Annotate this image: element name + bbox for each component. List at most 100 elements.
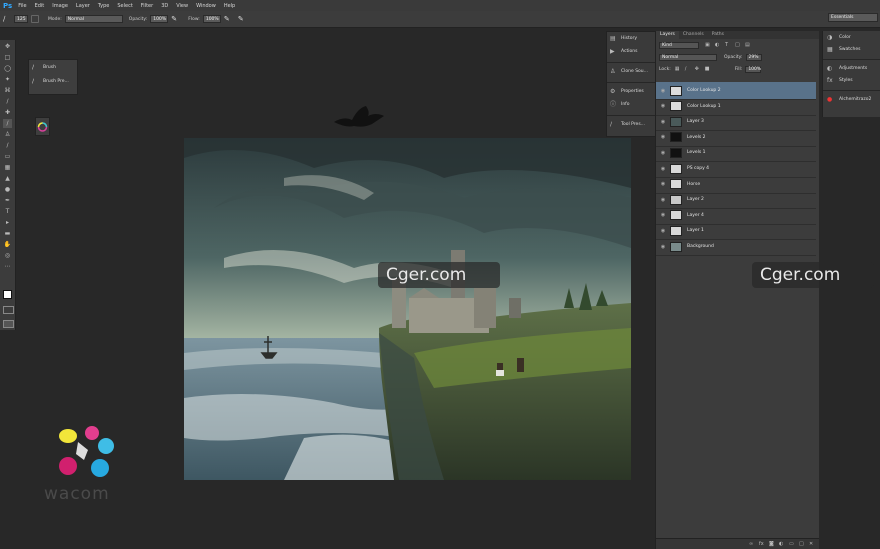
flow-field[interactable]: 100%	[202, 15, 221, 23]
layer-thumbnail[interactable]	[670, 225, 682, 236]
crop-tool-icon[interactable]: ⌘	[3, 86, 12, 95]
quick-select-tool-icon[interactable]: ✦	[3, 75, 12, 84]
info-panel-button[interactable]: ⓘ Info	[607, 98, 656, 111]
brush-panel-toggle-icon[interactable]	[31, 15, 39, 23]
mode-select[interactable]: Normal	[64, 15, 123, 23]
filter-shape-icon[interactable]: □	[735, 42, 740, 48]
airbrush-icon[interactable]: ✎	[224, 15, 232, 23]
visibility-eye-icon[interactable]: ◉	[660, 181, 666, 187]
visibility-eye-icon[interactable]: ◉	[660, 119, 666, 125]
new-group-icon[interactable]: ▭	[789, 541, 794, 547]
blend-mode-select[interactable]: Normal	[659, 53, 717, 61]
styles-panel-button[interactable]: fx Styles	[823, 74, 880, 86]
layer-thumbnail[interactable]	[670, 85, 682, 96]
filter-adjustment-icon[interactable]: ◐	[715, 42, 720, 48]
layer-name[interactable]: Levels 1	[687, 150, 706, 155]
layer-name[interactable]: Background	[687, 244, 714, 249]
tab-layers[interactable]: Layers	[656, 31, 679, 39]
brush-panel-item[interactable]: ∕ Brush	[29, 60, 77, 74]
marquee-tool-icon[interactable]: □	[3, 53, 12, 62]
color-panel-button[interactable]: ◑ Color	[823, 31, 880, 43]
move-tool-icon[interactable]: ✥	[3, 42, 12, 51]
layer-name[interactable]: Color Lookup 1	[687, 104, 721, 109]
actions-panel-button[interactable]: ▶ Actions	[607, 45, 656, 58]
visibility-eye-icon[interactable]: ◉	[660, 103, 666, 109]
foreground-background-colors[interactable]	[3, 290, 15, 302]
menu-help[interactable]: Help	[224, 3, 235, 9]
filter-smart-icon[interactable]: ▤	[745, 42, 750, 48]
quick-mask-icon[interactable]	[3, 306, 14, 314]
layer-name[interactable]: PS copy 4	[687, 166, 709, 171]
eyedropper-tool-icon[interactable]: ∕	[3, 97, 12, 106]
visibility-eye-icon[interactable]: ◉	[660, 134, 666, 140]
visibility-eye-icon[interactable]: ◉	[660, 212, 666, 218]
properties-panel-button[interactable]: ⚙ Properties	[607, 85, 656, 98]
menu-file[interactable]: File	[18, 3, 26, 9]
brush-tool-icon[interactable]: ∕	[3, 15, 11, 23]
lock-position-icon[interactable]: ✥	[695, 66, 700, 72]
lock-all-icon[interactable]: ■	[705, 66, 710, 72]
dodge-tool-icon[interactable]: ●	[3, 185, 12, 194]
menu-type[interactable]: Type	[98, 3, 109, 9]
tab-paths[interactable]: Paths	[708, 31, 728, 39]
lock-image-icon[interactable]: ∕	[685, 66, 690, 72]
stamp-tool-icon[interactable]: ♙	[3, 130, 12, 139]
healing-tool-icon[interactable]: ✚	[3, 108, 12, 117]
menu-3d[interactable]: 3D	[161, 3, 168, 9]
layer-thumbnail[interactable]	[670, 194, 682, 205]
brush-tool-icon[interactable]: ∕	[3, 119, 12, 128]
hand-tool-icon[interactable]: ✋	[3, 240, 12, 249]
eraser-tool-icon[interactable]: ▭	[3, 152, 12, 161]
link-layers-icon[interactable]: ∞	[749, 541, 754, 547]
layer-row[interactable]: ◉ Background	[656, 238, 816, 256]
layer-thumbnail[interactable]	[670, 116, 682, 127]
pressure-opacity-icon[interactable]: ✎	[171, 15, 179, 23]
tool-presets-panel-button[interactable]: ∕ Tool Pres...	[607, 118, 656, 131]
visibility-eye-icon[interactable]: ◉	[660, 166, 666, 172]
document-canvas[interactable]	[184, 138, 631, 480]
layer-thumbnail[interactable]	[670, 179, 682, 190]
layer-mask-icon[interactable]: ◙	[769, 541, 774, 547]
pen-tool-icon[interactable]: ✒	[3, 196, 12, 205]
layer-thumbnail[interactable]	[670, 132, 682, 143]
menu-select[interactable]: Select	[117, 3, 132, 9]
opacity-field[interactable]: 100%	[150, 15, 169, 23]
color-wheel-panel[interactable]	[35, 117, 50, 136]
alchemi-panel-button[interactable]: ● Alchemitrazo2	[823, 93, 880, 105]
path-select-tool-icon[interactable]: ▸	[3, 218, 12, 227]
visibility-eye-icon[interactable]: ◉	[660, 88, 666, 94]
screen-mode-icon[interactable]	[3, 320, 14, 328]
layer-thumbnail[interactable]	[670, 101, 682, 112]
gradient-tool-icon[interactable]: ▦	[3, 163, 12, 172]
layer-name[interactable]: Levels 2	[687, 135, 706, 140]
layer-name[interactable]: Horse	[687, 182, 700, 187]
layer-thumbnail[interactable]	[670, 147, 682, 158]
tab-channels[interactable]: Channels	[679, 31, 708, 39]
visibility-eye-icon[interactable]: ◉	[660, 244, 666, 250]
layer-thumbnail[interactable]	[670, 163, 682, 174]
brush-presets-item[interactable]: ∕ Brush Pre...	[29, 74, 77, 88]
menu-layer[interactable]: Layer	[76, 3, 90, 9]
layer-name[interactable]: Layer 1	[687, 228, 704, 233]
layer-name[interactable]: Layer 3	[687, 119, 704, 124]
menu-filter[interactable]: Filter	[141, 3, 153, 9]
visibility-eye-icon[interactable]: ◉	[660, 228, 666, 234]
filter-type-icon[interactable]: T	[725, 42, 730, 48]
filter-pixel-icon[interactable]: ▣	[705, 42, 710, 48]
new-layer-icon[interactable]: □	[799, 541, 804, 547]
layer-thumbnail[interactable]	[670, 241, 682, 252]
brush-size-field[interactable]: 125	[14, 15, 28, 23]
clone-source-panel-button[interactable]: ♙ Clone Sou...	[607, 65, 656, 78]
layer-filter-kind-select[interactable]: Kind	[659, 41, 699, 49]
lock-transparent-icon[interactable]: ▦	[675, 66, 680, 72]
workspace-select[interactable]: Essentials	[828, 13, 878, 22]
history-panel-button[interactable]: ▤ History	[607, 32, 656, 45]
zoom-tool-icon[interactable]: ◎	[3, 251, 12, 260]
new-adjustment-icon[interactable]: ◐	[779, 541, 784, 547]
visibility-eye-icon[interactable]: ◉	[660, 150, 666, 156]
shape-tool-icon[interactable]: ▬	[3, 229, 12, 238]
swatches-panel-button[interactable]: ▦ Swatches	[823, 43, 880, 55]
layer-fill-field[interactable]: 100%	[745, 65, 762, 73]
layer-name[interactable]: Layer 4	[687, 213, 704, 218]
lasso-tool-icon[interactable]: ◯	[3, 64, 12, 73]
